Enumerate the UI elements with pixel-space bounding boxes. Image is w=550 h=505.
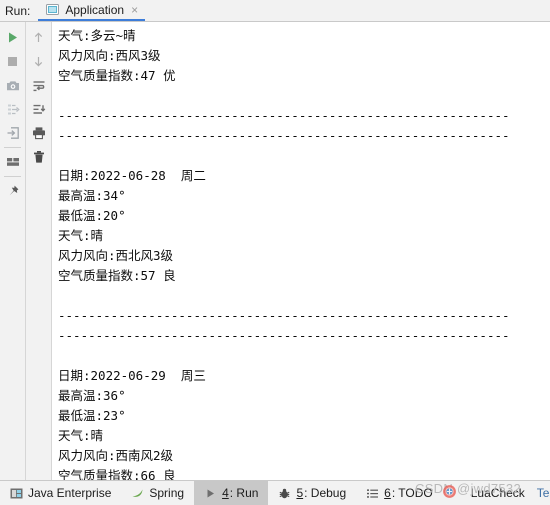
- status-todo-prefix: 6: [384, 486, 391, 500]
- camera-icon: [6, 79, 20, 92]
- console-line: 最高温:34°: [58, 188, 126, 203]
- play-icon: [6, 31, 19, 44]
- stop-button[interactable]: [1, 49, 25, 73]
- run-toolbar-secondary: [26, 22, 52, 480]
- toolbar-separator: [4, 147, 21, 148]
- export-button[interactable]: [1, 121, 25, 145]
- tab-application-label: Application: [65, 2, 125, 17]
- console-line: 天气:多云~晴: [58, 28, 136, 43]
- console-line: 空气质量指数:47 优: [58, 68, 176, 83]
- scroll-to-end-button[interactable]: [27, 97, 51, 121]
- arrow-down-icon: [32, 55, 45, 68]
- console-line: 最低温:23°: [58, 408, 126, 423]
- status-spring-label: Spring: [149, 486, 185, 500]
- toolbar-separator: [4, 176, 21, 177]
- status-java-enterprise-label: Java Enterprise: [28, 486, 112, 500]
- status-debug[interactable]: 5 : Debug: [268, 481, 356, 505]
- java-enterprise-icon: [10, 487, 23, 500]
- run-tool-window: Run: Application × 天气:多云~晴 风力风向:西风3级 空气质…: [0, 0, 550, 505]
- console-line: 空气质量指数:66 良: [58, 468, 176, 480]
- console-line: 天气:晴: [58, 228, 104, 243]
- status-run-prefix: 4: [222, 486, 229, 500]
- header-filler: [145, 0, 550, 21]
- tab-application[interactable]: Application ×: [38, 2, 146, 21]
- pin-button[interactable]: [1, 179, 25, 203]
- spring-leaf-icon: [131, 487, 144, 500]
- status-luacheck[interactable]: LuaCheck: [443, 481, 535, 505]
- status-spring[interactable]: Spring: [121, 481, 194, 505]
- status-java-enterprise[interactable]: Java Enterprise: [0, 481, 121, 505]
- screenshot-button[interactable]: [1, 73, 25, 97]
- down-button[interactable]: [27, 49, 51, 73]
- bug-icon: [278, 487, 291, 500]
- status-debug-prefix: 5: [296, 486, 304, 500]
- run-configuration-icon: [46, 3, 60, 16]
- soft-wrap-icon: [32, 79, 46, 92]
- todo-list-icon: [366, 487, 379, 500]
- print-button[interactable]: [27, 121, 51, 145]
- console-output[interactable]: 天气:多云~晴 风力风向:西风3级 空气质量指数:47 优 ----------…: [52, 22, 550, 480]
- profile-button[interactable]: [1, 97, 25, 121]
- up-button[interactable]: [27, 25, 51, 49]
- soft-wrap-button[interactable]: [27, 73, 51, 97]
- status-todo[interactable]: 6 : TODO: [356, 481, 443, 505]
- console-separator-line: ----------------------------------------…: [58, 308, 510, 323]
- close-icon[interactable]: ×: [130, 4, 138, 16]
- console-line: 风力风向:西北风3级: [58, 248, 174, 263]
- status-terminal[interactable]: Te: [535, 481, 550, 505]
- console-separator-line: ----------------------------------------…: [58, 128, 510, 143]
- scroll-to-end-icon: [32, 103, 46, 116]
- console-line: 最低温:20°: [58, 208, 126, 223]
- clear-all-button[interactable]: [27, 145, 51, 169]
- layout-button[interactable]: [1, 150, 25, 174]
- run-body: 天气:多云~晴 风力风向:西风3级 空气质量指数:47 优 ----------…: [0, 22, 550, 480]
- status-terminal-label: Te: [536, 486, 550, 500]
- status-run-label: : Run: [229, 486, 259, 500]
- pin-icon: [6, 184, 20, 198]
- console-line: 日期:2022-06-29 周三: [58, 368, 206, 383]
- arrow-up-icon: [32, 31, 45, 44]
- trace-icon: [6, 102, 20, 116]
- console-separator-line: ----------------------------------------…: [58, 108, 510, 123]
- console-line: 日期:2022-06-28 周二: [58, 168, 206, 183]
- export-to-file-icon: [6, 126, 20, 140]
- console-line: 天气:晴: [58, 428, 104, 443]
- run-toolbar-primary: [0, 22, 26, 480]
- status-todo-label: : TODO: [391, 486, 433, 500]
- console-line: 最高温:36°: [58, 388, 126, 403]
- stop-square-icon: [6, 55, 19, 68]
- console-line: 风力风向:西风3级: [58, 48, 161, 63]
- status-luacheck-label: LuaCheck: [470, 486, 525, 500]
- console-line: 风力风向:西南风2级: [58, 448, 174, 463]
- console-line: 空气质量指数:57 良: [58, 268, 176, 283]
- run-label: Run:: [5, 4, 31, 18]
- status-bar: Java Enterprise Spring 4 : Run 5: Debug…: [0, 480, 550, 505]
- console-separator-line: ----------------------------------------…: [58, 328, 510, 343]
- layout-tiles-icon: [6, 156, 20, 168]
- rerun-button[interactable]: [1, 25, 25, 49]
- play-small-icon: [204, 487, 217, 500]
- run-header: Run: Application ×: [0, 0, 550, 22]
- status-run[interactable]: 4 : Run: [194, 481, 269, 505]
- status-debug-label: : Debug: [304, 486, 347, 500]
- printer-icon: [32, 126, 46, 140]
- trash-icon: [32, 150, 46, 164]
